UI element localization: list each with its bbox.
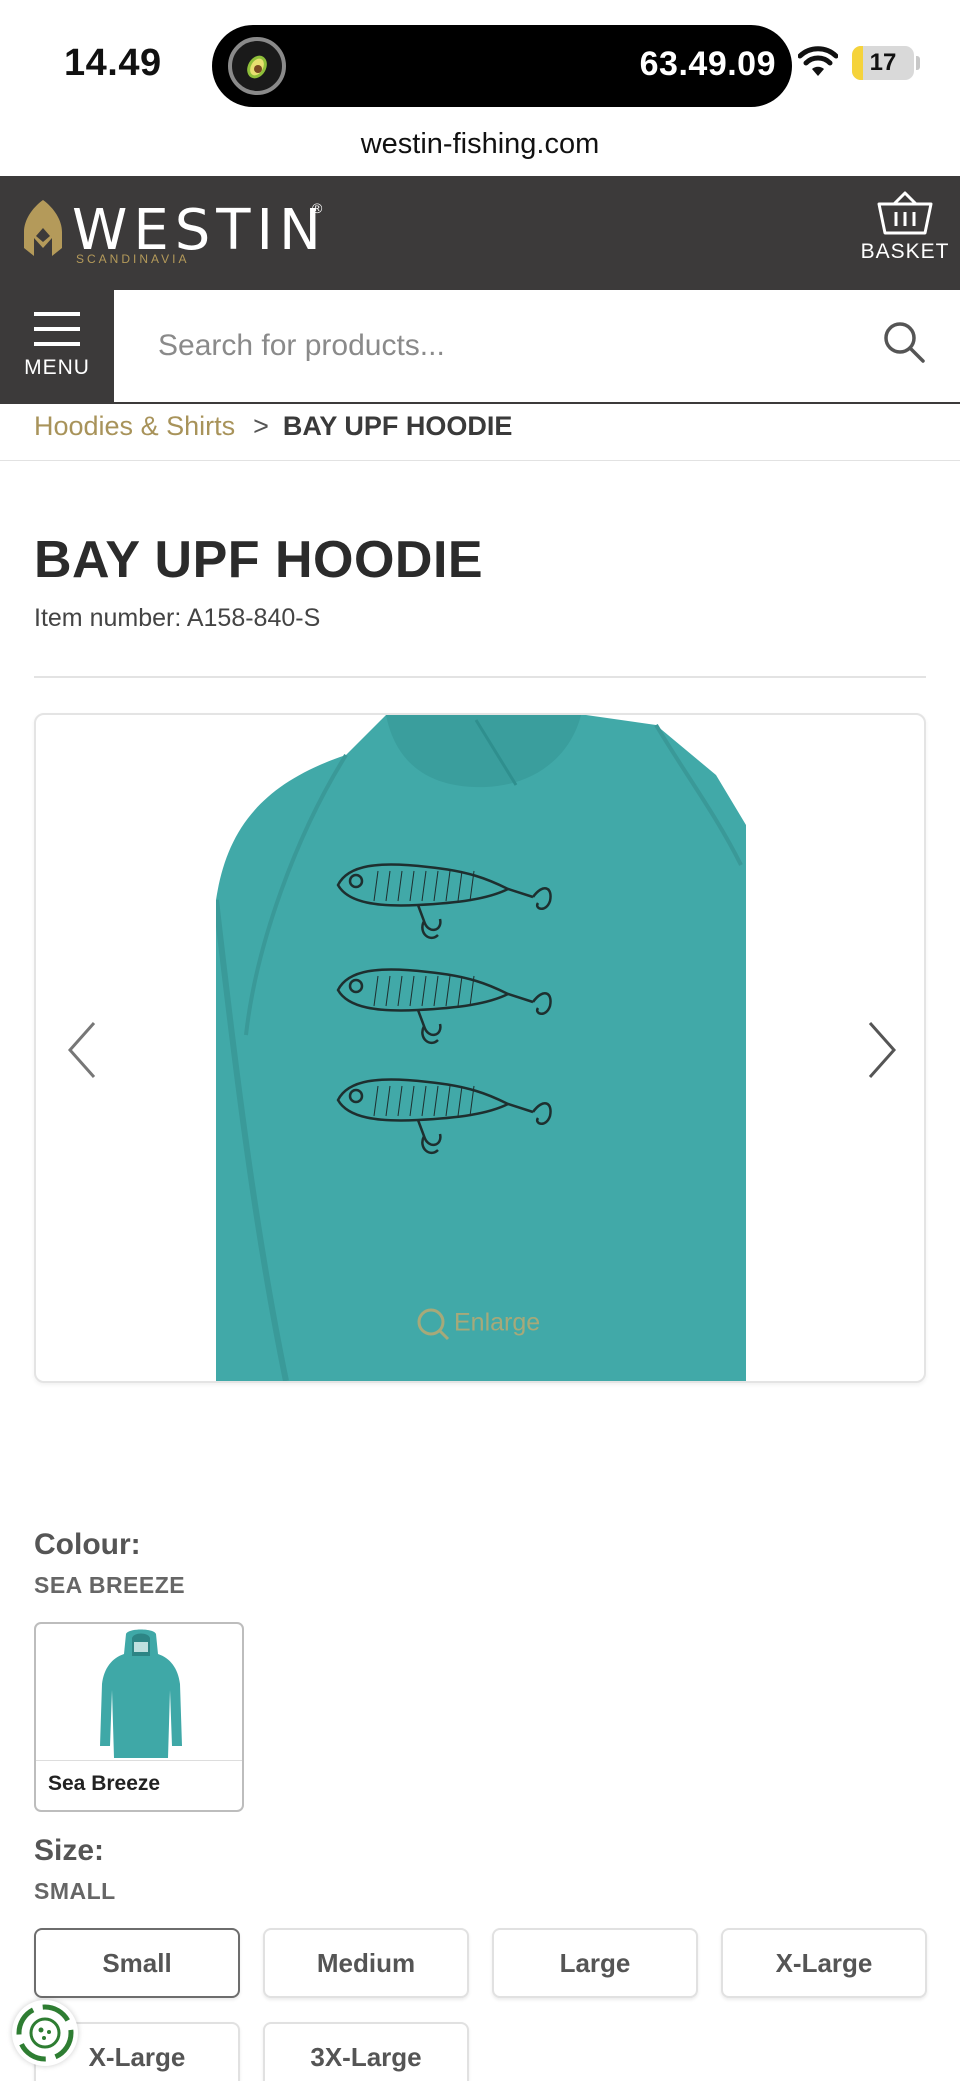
- battery-level: 17: [869, 49, 897, 76]
- dynamic-island[interactable]: 63.49.09: [212, 25, 792, 107]
- timer-readout: 63.49.09: [639, 45, 776, 83]
- menu-button[interactable]: MENU: [0, 290, 114, 404]
- swatch-label: Sea Breeze: [48, 1772, 161, 1795]
- size-option-x-large[interactable]: X-Large: [721, 1928, 927, 1998]
- colour-swatch-sea-breeze[interactable]: Sea Breeze: [34, 1622, 244, 1812]
- product-title: BAY UPF HOODIE: [34, 531, 484, 589]
- enlarge-label: Enlarge: [454, 1308, 541, 1337]
- registered-mark: ®: [312, 200, 323, 216]
- hoodie-thumbnail: [100, 1629, 182, 1758]
- breadcrumb: Hoodies & Shirts > BAY UPF HOODIE: [34, 406, 512, 454]
- colour-selected-value: SEA BREEZE: [34, 1572, 186, 1598]
- cookie-settings-button[interactable]: [12, 2000, 78, 2066]
- divider: [36, 1760, 242, 1761]
- search-bar: [114, 290, 960, 404]
- previous-image-arrow-icon[interactable]: [58, 1015, 108, 1085]
- size-option-medium[interactable]: Medium: [263, 1928, 469, 1998]
- basket-label: BASKET: [860, 240, 950, 263]
- battery-nub: [916, 56, 920, 70]
- cookie-icon: [16, 2004, 74, 2062]
- breadcrumb-current: BAY UPF HOODIE: [282, 411, 513, 441]
- divider: [0, 460, 960, 461]
- breadcrumb-separator: >: [253, 411, 269, 441]
- search-icon[interactable]: [882, 320, 926, 369]
- colour-label: Colour:: [34, 1528, 141, 1561]
- next-image-arrow-icon[interactable]: [856, 1015, 906, 1085]
- enlarge-button[interactable]: Enlarge: [416, 1307, 540, 1341]
- status-time: 14.49: [64, 42, 162, 84]
- brand-subtitle: SCANDINAVIA: [76, 252, 190, 266]
- breadcrumb-link-hoodies[interactable]: Hoodies & Shirts: [34, 411, 235, 441]
- helmet-logo-icon: [20, 198, 66, 269]
- search-input[interactable]: [158, 324, 838, 368]
- site-header: WESTIN ® SCANDINAVIA BASKET: [0, 176, 960, 290]
- status-bar: 14.49 63.49.09 17 westin-fishing.com: [0, 0, 960, 160]
- product-image[interactable]: [216, 715, 746, 1381]
- size-option-3x-large[interactable]: 3X-Large: [263, 2022, 469, 2081]
- address-bar[interactable]: westin-fishing.com: [0, 128, 960, 161]
- size-option-small[interactable]: Small: [34, 1928, 240, 1998]
- avocado-icon: [228, 37, 286, 95]
- wifi-icon: [797, 46, 839, 83]
- battery-indicator: 17: [852, 46, 914, 80]
- divider: [34, 676, 926, 678]
- hamburger-icon: [34, 312, 80, 346]
- menu-label: MENU: [24, 356, 90, 379]
- basket-button[interactable]: BASKET: [855, 190, 955, 280]
- size-selected-value: SMALL: [34, 1878, 116, 1904]
- basket-icon: [877, 191, 933, 235]
- item-number: Item number: A158-840-S: [34, 604, 321, 632]
- size-option-large[interactable]: Large: [492, 1928, 698, 1998]
- magnifier-icon: [417, 1308, 450, 1341]
- product-image-gallery[interactable]: Enlarge: [34, 713, 926, 1383]
- westin-logo[interactable]: WESTIN ® SCANDINAVIA: [20, 198, 340, 270]
- size-label: Size:: [34, 1834, 105, 1867]
